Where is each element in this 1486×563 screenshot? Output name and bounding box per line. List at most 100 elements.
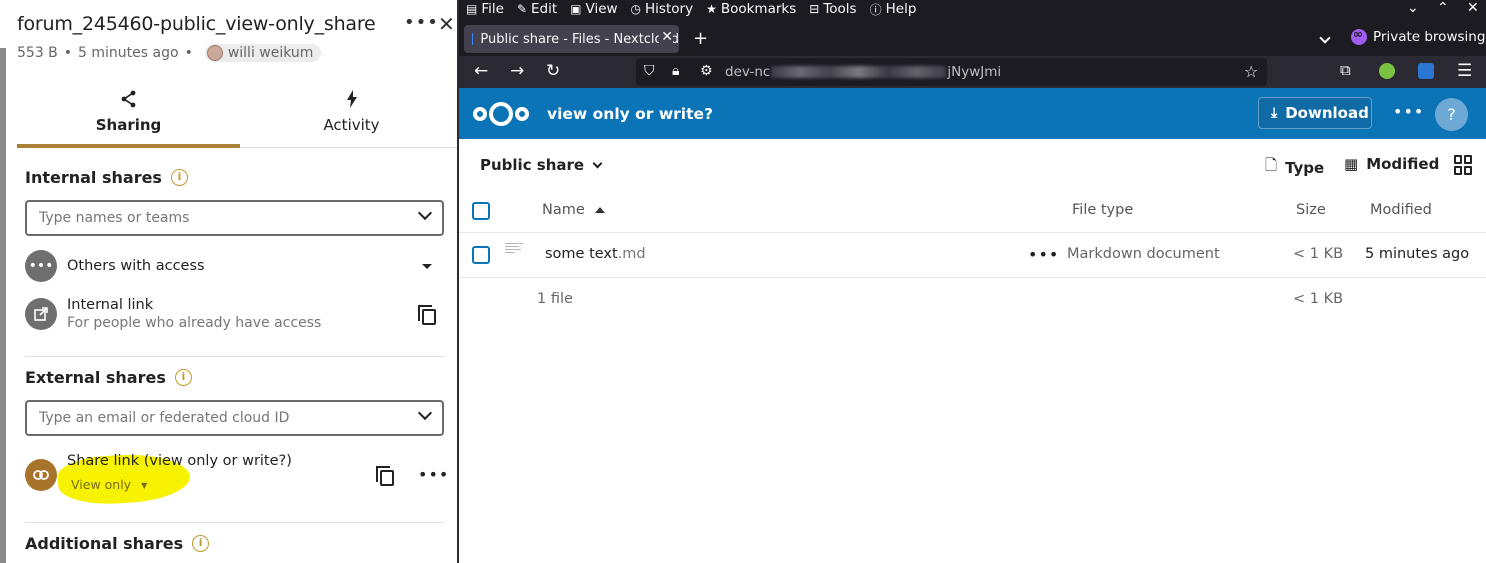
file-title: forum_245460-public_view-only_share xyxy=(17,13,376,35)
help-icon: ⓘ xyxy=(869,2,882,17)
tools-icon: ⊟ xyxy=(809,2,820,16)
hamburger-menu-icon[interactable]: ☰ xyxy=(1457,61,1472,81)
permissions-icon[interactable]: ⚙ xyxy=(700,63,713,79)
close-window-icon[interactable]: ✕ xyxy=(1467,0,1479,16)
row-actions-button[interactable]: ••• xyxy=(1028,245,1059,264)
column-name-header[interactable]: Name xyxy=(542,202,605,218)
info-icon[interactable]: i xyxy=(192,535,210,552)
url-text[interactable]: dev-nc jNywJmi xyxy=(725,64,1001,80)
header-more-button[interactable]: ••• xyxy=(1393,102,1424,121)
nextcloud-logo-icon[interactable] xyxy=(473,102,531,126)
bookmark-star-icon[interactable]: ☆ xyxy=(1244,62,1258,81)
url-prefix: dev-nc xyxy=(725,64,771,80)
others-access-icon: ••• xyxy=(25,250,57,282)
private-mask-icon xyxy=(1351,27,1367,45)
column-size-header[interactable]: Size xyxy=(1296,202,1326,218)
maximize-icon[interactable]: ⌃ xyxy=(1437,0,1449,16)
others-access-toggle-icon[interactable] xyxy=(422,264,432,269)
internal-shares-title: Internal shares xyxy=(25,168,162,187)
breadcrumb[interactable]: Public share xyxy=(480,156,603,174)
lock-icon[interactable]: 🔒︎ xyxy=(672,63,679,79)
column-modified-header[interactable]: Modified xyxy=(1370,202,1432,218)
browser-tab-active[interactable]: Public share - Files - Nextcloud ✕ xyxy=(464,25,679,53)
copy-icon[interactable] xyxy=(418,305,436,325)
menu-history[interactable]: ◷ History xyxy=(631,1,694,17)
star-icon: ★ xyxy=(706,2,717,16)
external-shares-heading: External shares i xyxy=(25,368,192,387)
info-icon[interactable]: i xyxy=(170,169,188,186)
share-icon xyxy=(17,90,240,110)
share-link-more-button[interactable]: ••• xyxy=(418,465,449,484)
copy-link-icon[interactable] xyxy=(376,466,394,486)
column-name-label: Name xyxy=(542,202,585,218)
filter-modified-button[interactable]: ▦ Modified xyxy=(1344,155,1439,173)
shield-icon[interactable]: ⛉ xyxy=(644,63,655,79)
menu-file[interactable]: ▤ File xyxy=(466,1,504,17)
tab-sharing-label: Sharing xyxy=(95,116,162,134)
select-all-checkbox[interactable] xyxy=(472,202,490,220)
owner-chip[interactable]: willi weikum xyxy=(204,44,322,62)
menu-bookmarks-label: Bookmarks xyxy=(720,1,797,17)
help-button[interactable]: ? xyxy=(1435,98,1468,131)
list-tabs-icon[interactable] xyxy=(1319,32,1331,44)
download-icon: ⤓ xyxy=(1271,105,1278,121)
file-modified-time: 5 minutes ago xyxy=(78,45,179,61)
permission-value: View only xyxy=(71,477,132,492)
download-button[interactable]: ⤓ Download xyxy=(1258,97,1372,129)
summary-size: < 1 KB xyxy=(1293,291,1344,307)
new-tab-icon[interactable]: + xyxy=(693,28,708,49)
filter-type-label: Type xyxy=(1285,158,1325,177)
extensions-icon[interactable]: ⧉ xyxy=(1340,61,1351,79)
reload-icon[interactable]: ↻ xyxy=(546,61,560,81)
private-browsing-indicator: Private browsing xyxy=(1351,27,1486,45)
menu-history-label: History xyxy=(645,1,694,17)
extension-green-icon[interactable] xyxy=(1379,63,1395,79)
share-title: view only or write? xyxy=(547,105,714,123)
file-extension: .md xyxy=(617,246,646,262)
breadcrumb-label: Public share xyxy=(480,156,585,174)
internal-share-input[interactable]: Type names or teams xyxy=(25,200,444,236)
menu-bookmarks[interactable]: ★ Bookmarks xyxy=(706,1,796,17)
row-checkbox[interactable] xyxy=(472,246,490,264)
close-tab-icon[interactable]: ✕ xyxy=(659,29,673,45)
external-share-input[interactable]: Type an email or federated cloud ID xyxy=(25,400,444,436)
file-name[interactable]: some text.md xyxy=(545,246,646,262)
menu-view[interactable]: ▣ View xyxy=(570,1,617,17)
filter-type-button[interactable]: 🗋︎ Type xyxy=(1265,155,1324,180)
menu-edit[interactable]: ✎ Edit xyxy=(517,1,557,17)
others-with-access-label[interactable]: Others with access xyxy=(67,258,205,274)
file-meta: 553 B • 5 minutes ago • willi weikum xyxy=(17,44,322,62)
menu-file-label: File xyxy=(481,1,504,17)
lightning-icon xyxy=(240,90,463,110)
sharing-sidebar: forum_245460-public_view-only_share ••• … xyxy=(0,0,459,563)
additional-shares-heading: Additional shares i xyxy=(25,534,210,553)
external-shares-title: External shares xyxy=(25,368,166,387)
tab-sharing[interactable]: Sharing xyxy=(17,86,240,148)
more-actions-button[interactable]: ••• xyxy=(404,12,439,33)
column-file-type-header[interactable]: File type xyxy=(1072,202,1133,218)
chevron-down-icon xyxy=(417,205,433,221)
permission-dropdown[interactable]: View only ▼ xyxy=(71,477,147,492)
close-button[interactable]: ✕ xyxy=(438,12,455,36)
minimize-icon[interactable]: ⌄ xyxy=(1407,0,1419,16)
edit-icon: ✎ xyxy=(516,2,527,16)
divider xyxy=(25,356,444,357)
menu-tools[interactable]: ⊟ Tools xyxy=(809,1,856,17)
menu-help[interactable]: ⓘ Help xyxy=(870,1,917,18)
file-icon: ▤ xyxy=(466,2,478,16)
extension-blue-icon[interactable] xyxy=(1418,63,1434,79)
grid-view-icon[interactable] xyxy=(1454,155,1474,175)
browser-tab-title: Public share - Files - Nextcloud xyxy=(480,31,679,47)
avatar xyxy=(206,45,223,61)
back-icon[interactable]: ← xyxy=(474,61,488,81)
link-icon xyxy=(25,459,57,491)
menu-tools-label: Tools xyxy=(823,1,857,17)
private-browsing-label: Private browsing xyxy=(1373,29,1486,45)
info-icon[interactable]: i xyxy=(174,369,192,386)
forward-icon[interactable]: → xyxy=(510,61,524,81)
external-link-icon xyxy=(25,298,57,330)
share-link-label: Share link (view only or write?) xyxy=(67,453,292,469)
url-bar[interactable]: ⛉ 🔒︎ ⚙ dev-nc jNywJmi ☆ xyxy=(636,58,1267,86)
tab-activity[interactable]: Activity xyxy=(240,86,463,148)
calendar-icon: ▦ xyxy=(1344,155,1359,173)
